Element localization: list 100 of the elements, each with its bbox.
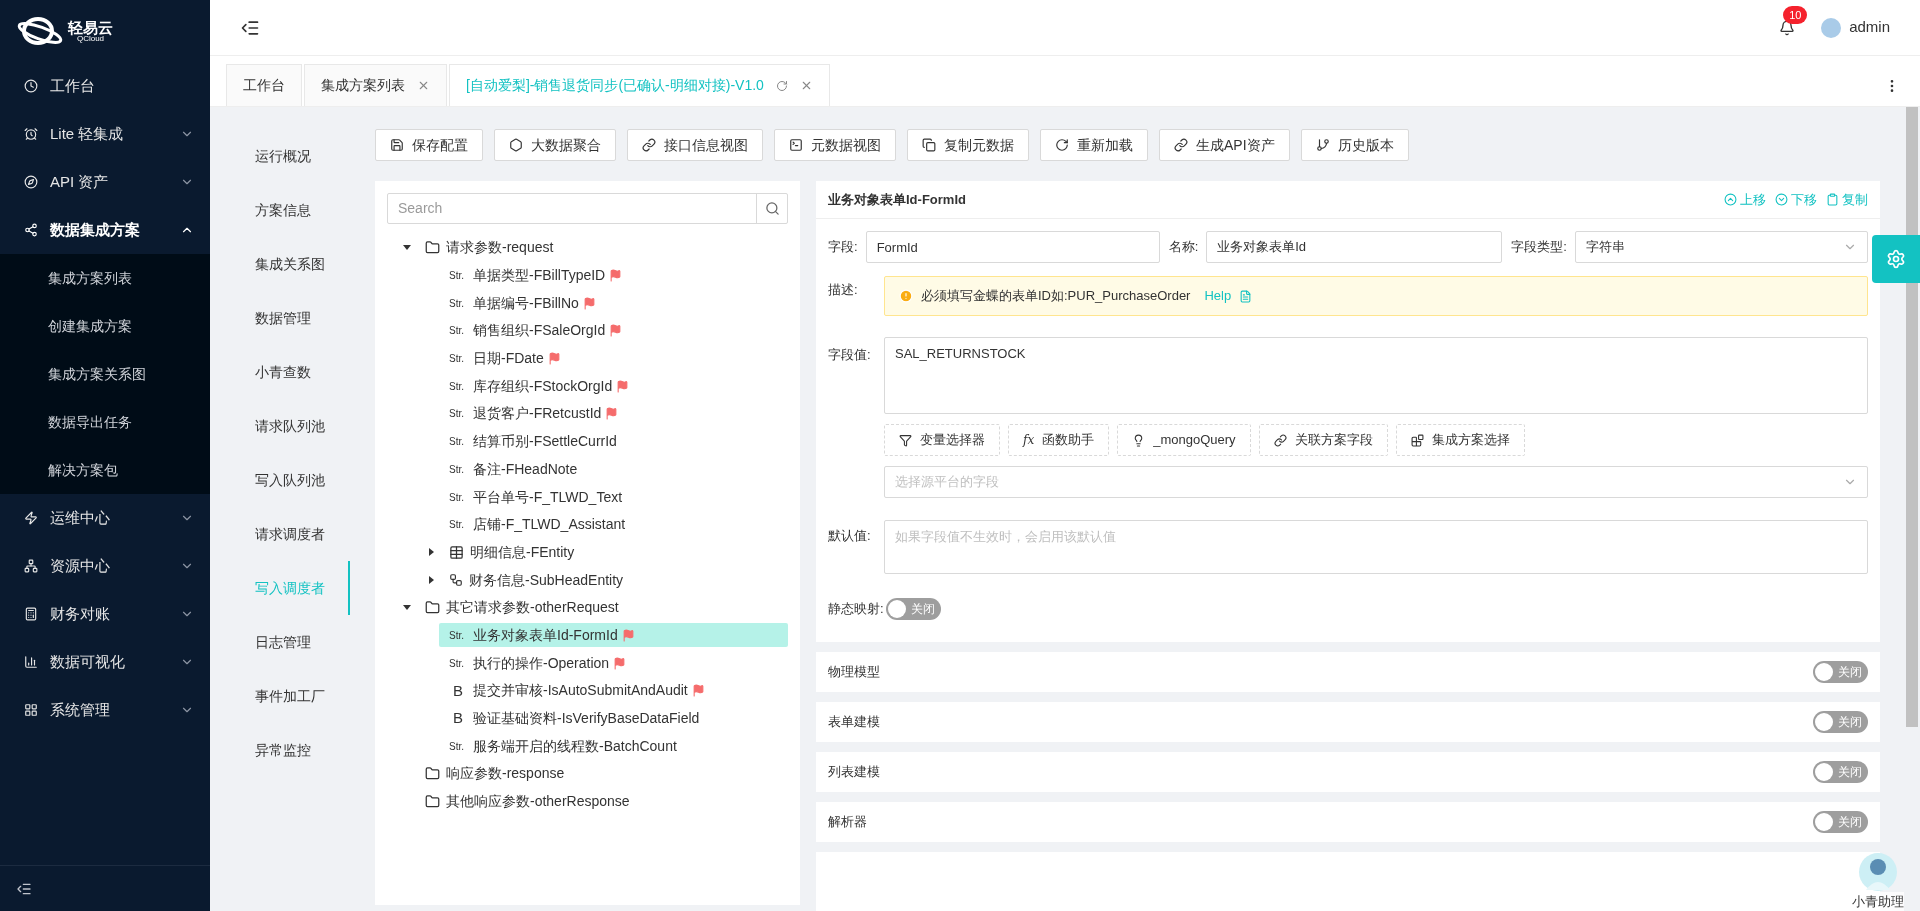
nav-item[interactable]: 方案信息 <box>255 183 350 237</box>
tree-item[interactable]: Str. 单据类型-FBillTypeID <box>449 263 631 288</box>
search-icon <box>764 201 780 216</box>
sidebar-item[interactable]: 数据可视化 <box>0 638 210 686</box>
menu-icon <box>24 175 38 189</box>
alert-text: 必须填写金蝶的表单ID如:PUR_PurchaseOrder <box>921 287 1191 306</box>
tree-item[interactable]: 财务信息-SubHeadEntity <box>449 568 632 593</box>
toolbar-button[interactable]: 大数据聚合 <box>494 129 616 161</box>
sidebar-subitem[interactable]: 解决方案包 <box>0 446 210 494</box>
sidebar-item[interactable]: 数据集成方案 <box>0 206 210 254</box>
tree-item[interactable]: Str. 店铺-F_TLWD_Assistant <box>449 512 634 537</box>
select-field[interactable]: 字符串 <box>1574 231 1868 263</box>
type-tag: Str. <box>449 627 467 643</box>
section-row[interactable]: 解析器 关闭 <box>816 802 1880 842</box>
input-field[interactable]: FormId <box>865 231 1160 263</box>
tree-item[interactable]: 其他响应参数-otherResponse <box>425 789 638 814</box>
toolbar-button[interactable]: 复制元数据 <box>907 129 1029 161</box>
sidebar-item[interactable]: API 资产 <box>0 158 210 206</box>
toolbar-button[interactable]: 保存配置 <box>375 129 483 161</box>
tree-item[interactable]: 其它请求参数-otherRequest <box>425 595 627 620</box>
notification-icon[interactable] <box>1779 19 1796 36</box>
tree-item[interactable]: Str. 日期-FDate <box>449 346 569 371</box>
document-icon <box>1239 289 1253 303</box>
field-label: 静态映射: <box>828 600 884 619</box>
tree-item[interactable]: Str. 平台单号-F_TLWD_Text <box>449 485 631 510</box>
tree-item[interactable]: Str. 业务对象表单Id-FormId <box>439 623 788 648</box>
tree-item[interactable]: Str. 单据编号-FBillNo <box>449 291 604 316</box>
nav-item[interactable]: 异常监控 <box>255 723 350 777</box>
toolbar-button[interactable]: 重新加载 <box>1040 129 1148 161</box>
tree-item[interactable]: 明细信息-FEntity <box>449 540 583 565</box>
helper-button[interactable]: 关联方案字段 <box>1258 424 1388 456</box>
assistant-avatar[interactable] <box>1858 851 1898 892</box>
sidebar-subitem[interactable]: 集成方案关系图 <box>0 350 210 398</box>
nav-item[interactable]: 请求队列池 <box>255 399 350 453</box>
menu-icon <box>24 703 38 717</box>
tree-item[interactable]: Str. 库存组织-FStockOrgId <box>449 374 638 399</box>
section-row[interactable]: 物理模型 关闭 <box>816 652 1880 692</box>
settings-icon <box>1886 249 1906 269</box>
caret-icon[interactable] <box>403 605 411 611</box>
tree-item[interactable]: 请求参数-request <box>425 235 562 260</box>
toolbar-button[interactable]: 元数据视图 <box>774 129 896 161</box>
nav-item[interactable]: 请求调度者 <box>255 507 350 561</box>
tab[interactable]: 集成方案列表 <box>304 64 447 106</box>
user-name[interactable]: admin <box>1849 16 1890 39</box>
input-field[interactable]: 业务对象表单Id <box>1206 231 1503 263</box>
helper-button[interactable]: _mongoQuery <box>1117 424 1251 456</box>
sidebar-subitem[interactable]: 集成方案列表 <box>0 254 210 302</box>
caret-icon[interactable] <box>403 245 411 251</box>
section-row[interactable]: 表单建模 关闭 <box>816 702 1880 742</box>
tree-item[interactable]: Str. 备注-FHeadNote <box>449 457 586 482</box>
menu-icon <box>24 655 38 669</box>
sidebar-subitem[interactable]: 创建集成方案 <box>0 302 210 350</box>
sidebar-item[interactable]: 财务对账 <box>0 590 210 638</box>
text-area[interactable]: 如果字段值不生效时，会启用该默认值 <box>884 520 1868 574</box>
nav-item[interactable]: 日志管理 <box>255 615 350 669</box>
field-label: 字段类型: <box>1511 238 1567 257</box>
tree-item[interactable]: Str. 退货客户-FRetcustId <box>449 401 627 426</box>
tree-item[interactable]: Str. 销售组织-FSaleOrgId <box>449 318 631 343</box>
refresh-icon[interactable] <box>775 79 788 92</box>
action-icon <box>1724 193 1737 206</box>
assistant-label[interactable]: 小青助理 <box>1852 891 1904 911</box>
tree-item[interactable]: 响应参数-response <box>425 761 573 786</box>
type-tag: Str. <box>449 738 467 754</box>
caret-icon[interactable] <box>429 548 434 557</box>
nav-item[interactable]: 集成关系图 <box>255 237 350 291</box>
scrollbar[interactable] <box>1906 107 1918 727</box>
toolbar-button[interactable]: 历史版本 <box>1300 129 1409 161</box>
sidebar-item[interactable]: 资源中心 <box>0 542 210 590</box>
button-icon <box>1410 433 1424 447</box>
logo-text: 轻易云 <box>68 19 113 35</box>
nav-item[interactable]: 事件加工厂 <box>255 669 350 723</box>
tab[interactable]: 工作台 <box>226 64 302 106</box>
menu-icon <box>24 607 38 621</box>
tree-item[interactable]: B 提交并审核-IsAutoSubmitAndAudit <box>449 678 713 703</box>
tree-item[interactable]: B 验证基础资料-IsVerifyBaseDataField <box>449 706 708 731</box>
toolbar-button[interactable]: 接口信息视图 <box>627 129 763 161</box>
button-icon <box>1273 433 1287 447</box>
nav-item[interactable]: 写入队列池 <box>255 453 350 507</box>
helper-button[interactable]: fx 函数助手 <box>1008 424 1110 456</box>
nav-item[interactable]: 运行概况 <box>255 129 350 183</box>
field-label: 字段: <box>828 238 858 257</box>
nav-item[interactable]: 小青查数 <box>255 345 350 399</box>
menu-icon <box>24 559 38 573</box>
sidebar-item[interactable]: 运维中心 <box>0 494 210 542</box>
section-row[interactable]: 列表建模 关闭 <box>816 752 1880 792</box>
close-icon[interactable] <box>417 79 430 92</box>
sidebar-item[interactable]: 工作台 <box>0 62 210 110</box>
toolbar-button[interactable]: 生成API资产 <box>1159 129 1290 161</box>
tree-item[interactable]: Str. 服务端开启的线程数-BatchCount <box>449 734 685 759</box>
sidebar-item[interactable]: 系统管理 <box>0 686 210 734</box>
helper-button[interactable]: 变量选择器 <box>884 424 1000 456</box>
sidebar-subitem[interactable]: 数据导出任务 <box>0 398 210 446</box>
type-tag: Str. <box>449 655 467 671</box>
sidebar-item[interactable]: Lite 轻集成 <box>0 110 210 158</box>
helper-button[interactable]: 集成方案选择 <box>1395 424 1525 456</box>
nav-item[interactable]: 数据管理 <box>255 291 350 345</box>
text-area[interactable]: SAL_RETURNSTOCK <box>884 337 1868 414</box>
tree-item[interactable]: Str. 执行的操作-Operation <box>449 651 635 676</box>
tree-item[interactable]: Str. 结算币别-FSettleCurrId <box>449 429 625 454</box>
caret-icon[interactable] <box>429 576 434 585</box>
